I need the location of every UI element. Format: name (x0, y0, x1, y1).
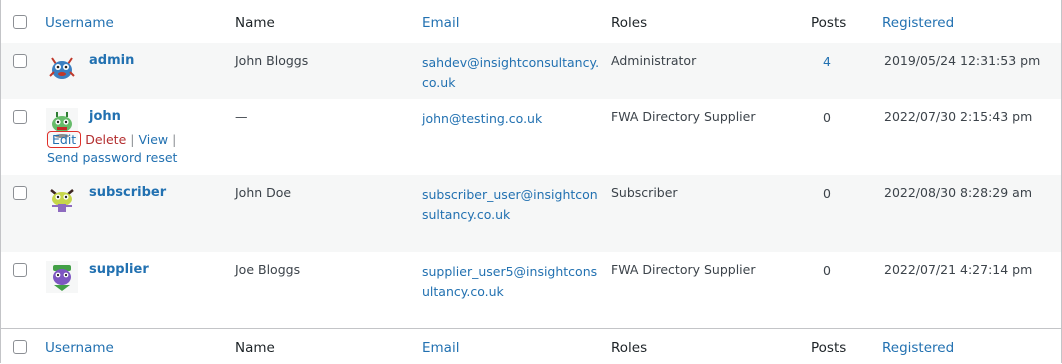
username-link[interactable]: supplier (89, 262, 149, 277)
user-email-link[interactable]: john@testing.co.uk (422, 109, 602, 129)
username-link[interactable]: john (89, 109, 121, 124)
row-checkbox[interactable] (13, 186, 27, 200)
column-username-sort[interactable]: Username (45, 15, 114, 31)
users-table: Username Name Email Roles Posts Register… (0, 0, 1062, 364)
column-email-sort[interactable]: Email (422, 340, 459, 356)
column-registered-sort[interactable]: Registered (882, 340, 954, 356)
row-checkbox[interactable] (13, 54, 27, 68)
user-role: Administrator (611, 53, 697, 68)
table-row: supplier Joe Bloggs supplier_user5@insig… (1, 252, 1061, 328)
user-posts: 0 (823, 186, 831, 201)
user-role: FWA Directory Supplier (611, 262, 756, 277)
user-email-link[interactable]: supplier_user5@insightconsultancy.co.uk (422, 262, 602, 302)
column-roles: Roles (611, 15, 648, 31)
select-all-checkbox[interactable] (13, 340, 27, 354)
action-separator: | (172, 132, 177, 147)
column-registered-sort[interactable]: Registered (882, 15, 954, 31)
user-registered: 2022/07/21 4:27:14 pm (884, 262, 1033, 277)
edit-user-link[interactable]: Edit (47, 131, 82, 148)
row-actions: Edit Delete | View | (47, 130, 176, 150)
row-checkbox[interactable] (13, 263, 27, 277)
user-posts: 0 (823, 263, 831, 278)
monster-avatar-icon (46, 261, 78, 293)
user-email-link[interactable]: subscriber_user@insightconsultancy.co.uk (422, 185, 602, 225)
table-footer: Username Name Email Roles Posts Register… (1, 328, 1061, 364)
column-email-sort[interactable]: Email (422, 15, 459, 31)
column-username-sort[interactable]: Username (45, 340, 114, 356)
table-row: admin John Bloggs sahdev@insightconsulta… (1, 43, 1061, 99)
user-posts-link[interactable]: 4 (823, 54, 831, 69)
user-registered: 2019/05/24 12:31:53 pm (884, 53, 1041, 68)
view-user-link[interactable]: View (138, 132, 168, 147)
user-name: Joe Bloggs (235, 262, 301, 277)
select-all-checkbox[interactable] (13, 15, 27, 29)
user-name: — (235, 109, 248, 124)
send-password-reset-link[interactable]: Send password reset (47, 150, 177, 165)
username-link[interactable]: subscriber (89, 185, 166, 200)
column-name: Name (235, 15, 275, 31)
user-registered: 2022/07/30 2:15:43 pm (884, 109, 1033, 124)
action-separator: | (130, 132, 135, 147)
column-posts: Posts (811, 340, 847, 356)
user-name: John Bloggs (235, 53, 309, 68)
column-posts: Posts (811, 15, 847, 31)
user-role: FWA Directory Supplier (611, 109, 756, 124)
table-row: subscriber John Doe subscriber_user@insi… (1, 175, 1061, 252)
table-row: john — john@testing.co.uk FWA Directory … (1, 99, 1061, 175)
column-name: Name (235, 340, 275, 356)
username-link[interactable]: admin (89, 53, 134, 68)
monster-avatar-icon (46, 52, 78, 84)
monster-avatar-icon (46, 184, 78, 216)
user-registered: 2022/08/30 8:28:29 am (884, 185, 1033, 200)
column-roles: Roles (611, 340, 648, 356)
row-checkbox[interactable] (13, 110, 27, 124)
user-role: Subscriber (611, 185, 678, 200)
user-name: John Doe (235, 185, 292, 200)
delete-user-link[interactable]: Delete (85, 132, 126, 147)
user-email-link[interactable]: sahdev@insightconsultancy.co.uk (422, 53, 602, 93)
user-posts: 0 (823, 110, 831, 125)
table-header: Username Name Email Roles Posts Register… (1, 0, 1061, 44)
